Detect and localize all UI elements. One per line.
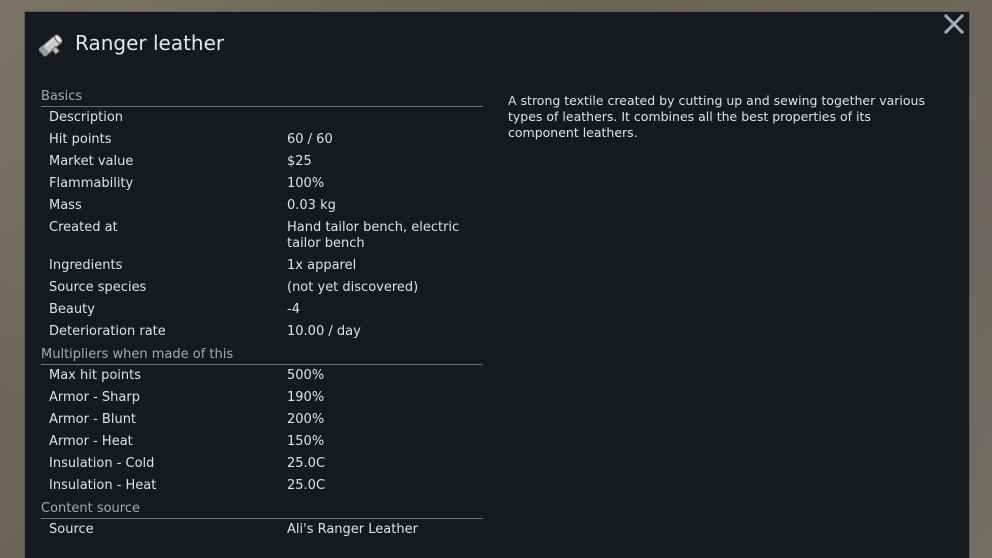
stat-value: 1x apparel: [287, 258, 357, 273]
stat-value: -4: [287, 302, 300, 317]
stat-value: 0.03 kg: [287, 198, 336, 213]
stat-value: 100%: [287, 176, 325, 191]
stat-label: Hit points: [49, 132, 112, 147]
stat-value: 500%: [287, 368, 325, 383]
stat-label: Ingredients: [49, 258, 123, 273]
stat-row[interactable]: Source species (not yet discovered): [41, 277, 483, 299]
stat-label: Mass: [49, 198, 82, 213]
stat-row[interactable]: Description: [41, 107, 483, 129]
stat-label: Market value: [49, 154, 134, 169]
stat-value: $25: [287, 154, 312, 169]
stat-value: 200%: [287, 412, 325, 427]
stat-row[interactable]: Insulation - Cold 25.0C: [41, 453, 483, 475]
section-header: Multipliers when made of this: [41, 345, 483, 365]
stat-label: Deterioration rate: [49, 324, 166, 339]
stat-value: (not yet discovered): [287, 280, 419, 295]
stat-label: Armor - Heat: [49, 434, 133, 449]
stat-row[interactable]: Insulation - Heat 25.0C: [41, 475, 483, 497]
stat-label: Flammability: [49, 176, 134, 191]
stat-label: Insulation - Heat: [49, 478, 157, 493]
info-dialog: Ranger leather Basics Description Hit poin…: [24, 11, 970, 558]
stat-label: Beauty: [49, 302, 95, 317]
stat-row[interactable]: Armor - Sharp 190%: [41, 387, 483, 409]
stat-row[interactable]: Deterioration rate 10.00 / day: [41, 321, 483, 343]
page-title: Ranger leather: [75, 31, 225, 55]
close-icon[interactable]: [939, 12, 969, 38]
stat-row[interactable]: Market value $25: [41, 151, 483, 173]
stat-value: 190%: [287, 390, 325, 405]
stat-value: 150%: [287, 434, 325, 449]
stat-value: 25.0C: [287, 456, 326, 471]
stats-panel: Basics Description Hit points 60 / 60 Market…: [41, 85, 483, 541]
stat-row[interactable]: Max hit points 500%: [41, 365, 483, 387]
stat-value: 25.0C: [287, 478, 326, 493]
stat-row[interactable]: Beauty -4: [41, 299, 483, 321]
stat-label: Created at: [49, 220, 118, 235]
stat-label: Source: [49, 522, 94, 537]
stat-value: 60 / 60: [287, 132, 333, 147]
section-header: Content source: [41, 499, 483, 519]
stat-label: Description: [49, 110, 124, 125]
stat-label: Max hit points: [49, 368, 142, 383]
stat-row[interactable]: Armor - Heat 150%: [41, 431, 483, 453]
stat-row[interactable]: Created at Hand tailor bench, electric ta…: [41, 217, 483, 255]
stat-value: Ali's Ranger Leather: [287, 522, 418, 537]
stat-row[interactable]: Hit points 60 / 60: [41, 129, 483, 151]
stat-label: Armor - Blunt: [49, 412, 137, 427]
stat-row[interactable]: Armor - Blunt 200%: [41, 409, 483, 431]
stat-row[interactable]: Ingredients 1x apparel: [41, 255, 483, 277]
stat-row[interactable]: Mass 0.03 kg: [41, 195, 483, 217]
item-description: A strong textile created by cutting up a…: [508, 93, 925, 140]
stat-row[interactable]: Source Ali's Ranger Leather: [41, 519, 483, 541]
stat-value: 10.00 / day: [287, 324, 361, 339]
stat-value: Hand tailor bench, electric tailor bench: [287, 220, 460, 251]
section-header: Basics: [41, 87, 483, 107]
stat-row[interactable]: Flammability 100%: [41, 173, 483, 195]
stat-label: Source species: [49, 280, 147, 295]
leather-roll-icon: [35, 31, 65, 61]
stat-label: Insulation - Cold: [49, 456, 155, 471]
stat-value: [287, 110, 477, 126]
stat-label: Armor - Sharp: [49, 390, 140, 405]
